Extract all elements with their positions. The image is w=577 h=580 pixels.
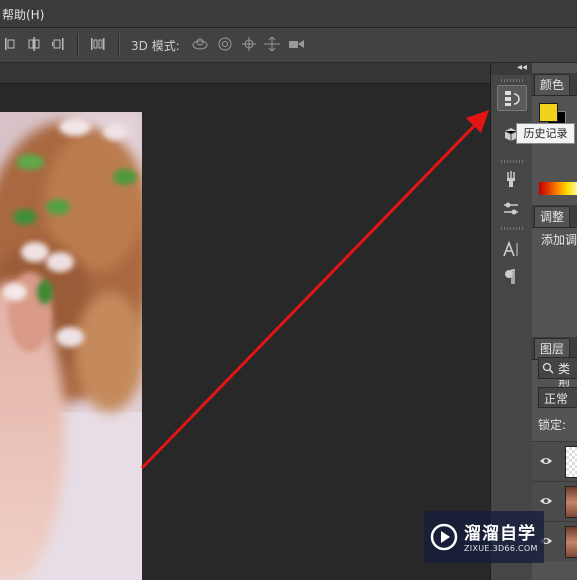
color-spectrum-bar[interactable] xyxy=(539,182,577,195)
options-bar: 3D 模式: xyxy=(0,28,577,63)
layer-thumbnail-photo xyxy=(565,526,577,558)
collapse-arrows-icon[interactable]: ◂◂ xyxy=(517,62,527,73)
play-logo-icon xyxy=(430,523,458,551)
dock-grip[interactable] xyxy=(501,227,523,230)
watermark-title: 溜溜自学 xyxy=(464,524,536,544)
history-icon xyxy=(505,91,520,106)
layer-row[interactable] xyxy=(532,441,577,481)
layer-filter-field[interactable]: 类型 xyxy=(538,357,577,393)
add-adjustment-label: 添加调 xyxy=(541,233,577,247)
visibility-eye-icon[interactable] xyxy=(539,454,553,468)
foreground-color-swatch[interactable] xyxy=(539,103,558,122)
lock-label: 锁定: xyxy=(538,418,567,432)
search-icon xyxy=(542,362,554,374)
history-tooltip: 历史记录 xyxy=(516,123,575,144)
3d-scale-icon[interactable] xyxy=(287,36,307,52)
watermark: 溜溜自学 ZIXUE.3D66.COM xyxy=(424,511,544,563)
brush-icon xyxy=(507,171,515,187)
dock-grip[interactable] xyxy=(501,160,523,163)
tab-adjustments[interactable]: 调整 xyxy=(534,206,571,227)
3d-mode-label: 3D 模式: xyxy=(131,39,180,53)
align-right-icon[interactable] xyxy=(50,36,66,52)
distribute-icon[interactable] xyxy=(89,36,107,52)
paragraph-panel-button[interactable] xyxy=(497,265,525,289)
visibility-eye-icon[interactable] xyxy=(539,494,553,508)
brush-panel-button[interactable] xyxy=(497,167,525,191)
portrait-photo xyxy=(0,112,142,580)
3d-roll-icon[interactable] xyxy=(216,36,234,52)
blend-mode-value: 正常 xyxy=(544,392,569,406)
canvas-image[interactable] xyxy=(0,112,142,580)
align-left-icon[interactable] xyxy=(3,36,19,52)
layer-thumbnail-transparent xyxy=(565,446,577,478)
menu-bar: 帮助(H) xyxy=(0,0,577,28)
3d-slide-icon[interactable] xyxy=(263,36,281,52)
tab-layers[interactable]: 图层 xyxy=(534,338,571,359)
properties-panel-button[interactable] xyxy=(497,197,525,221)
character-panel-button[interactable] xyxy=(497,237,525,261)
dock-grip[interactable] xyxy=(501,79,523,82)
document-tab-strip xyxy=(0,63,490,84)
character-icon xyxy=(503,240,518,257)
blend-mode-select[interactable]: 正常 xyxy=(538,387,577,408)
paragraph-icon xyxy=(505,269,515,284)
layer-thumbnail-photo xyxy=(565,486,577,518)
toolbar-separator xyxy=(118,34,120,56)
watermark-subtitle: ZIXUE.3D66.COM xyxy=(464,544,538,553)
tab-color[interactable]: 颜色 xyxy=(534,74,571,95)
align-center-icon[interactable] xyxy=(26,36,42,52)
3d-pan-icon[interactable] xyxy=(240,36,258,52)
sliders-icon xyxy=(504,202,518,215)
history-panel-button[interactable] xyxy=(497,85,527,111)
3d-orbit-icon[interactable] xyxy=(191,36,209,52)
dock-collapse-bar[interactable]: ◂◂ xyxy=(491,62,533,75)
toolbar-separator xyxy=(77,34,79,56)
menu-help[interactable]: 帮助(H) xyxy=(2,6,44,23)
